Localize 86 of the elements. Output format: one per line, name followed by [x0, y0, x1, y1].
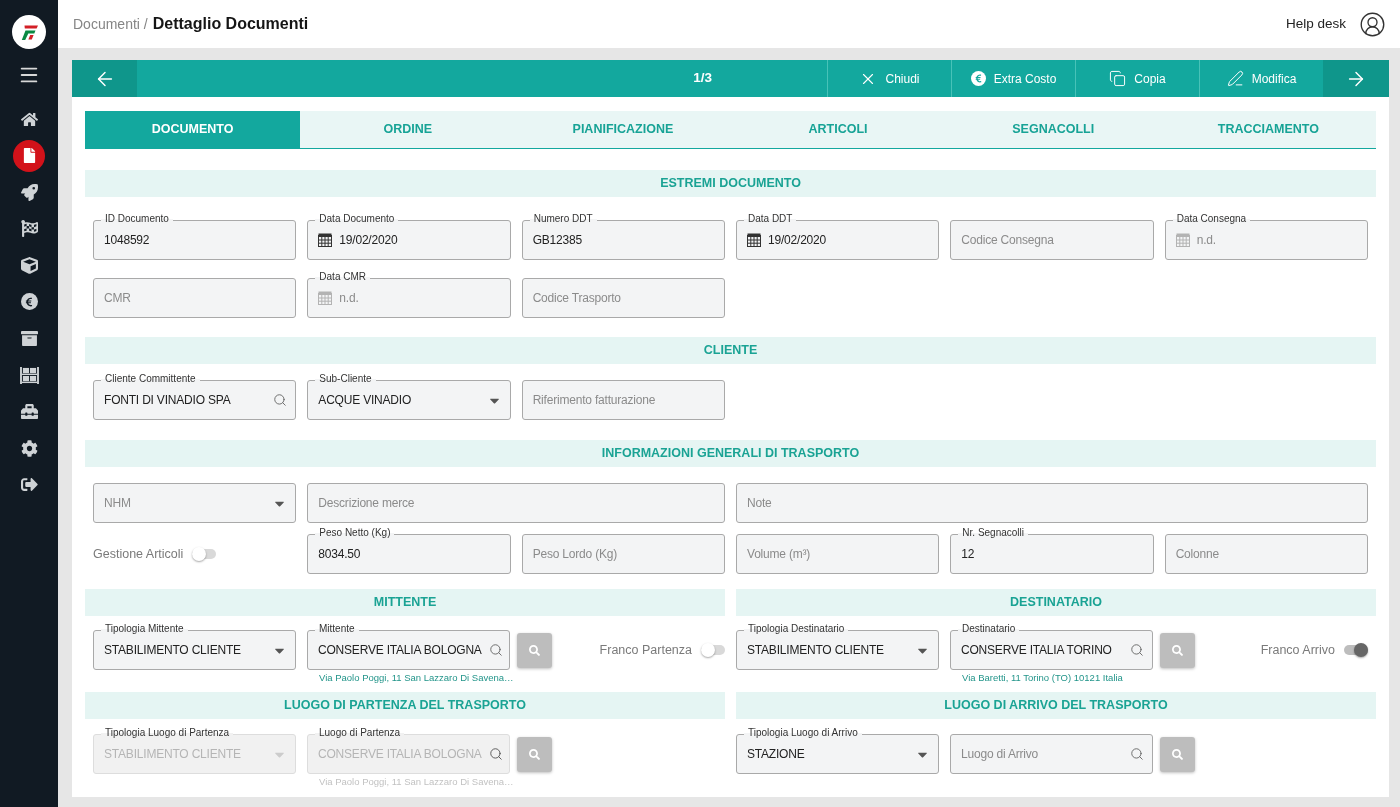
search-icon — [488, 643, 503, 657]
address-hint: Via Baretti, 11 Torino (TO) 10121 Italia — [962, 672, 1123, 683]
toolbar-action[interactable]: Copia — [1075, 60, 1199, 97]
search-field[interactable]: Luogo di Arrivo — [950, 734, 1153, 774]
address-hint: Via Paolo Poggi, 11 San Lazzaro Di Savena… — [319, 672, 514, 683]
text-field[interactable]: Colonne — [1164, 534, 1368, 574]
search-icon — [529, 644, 540, 656]
tab[interactable]: ORDINE — [300, 111, 516, 148]
toolbox-icon — [20, 403, 38, 421]
dropdown-field[interactable]: NHM — [93, 483, 297, 523]
text-field[interactable]: Codice Trasporto — [521, 278, 725, 318]
rocket-icon — [20, 183, 38, 201]
tab[interactable]: PIANIFICAZIONE — [515, 111, 731, 148]
field-label: Nr. Segnacolli — [958, 527, 1029, 539]
calendar-icon — [318, 233, 333, 247]
field-label: Tipologia Luogo di Partenza — [101, 727, 234, 739]
text-field[interactable]: CMR — [93, 278, 297, 318]
toggle-switch[interactable] — [1344, 643, 1368, 657]
section-header: CLIENTE — [85, 337, 1376, 364]
calendar-icon — [1175, 233, 1190, 247]
toggle-switch[interactable] — [192, 547, 217, 561]
section-header: INFORMAZIONI GENERALI DI TRASPORTO — [85, 440, 1376, 467]
text-field[interactable]: Codice Consegna — [950, 220, 1154, 260]
field-label: Data Consegna — [1172, 213, 1251, 225]
tab[interactable]: ARTICOLI — [730, 111, 946, 148]
section-header: ESTREMI DOCUMENTO — [85, 170, 1376, 197]
search-icon — [1130, 643, 1144, 657]
section-header: MITTENTE — [85, 589, 725, 616]
euro-coin-icon — [20, 293, 38, 311]
calendar-icon — [318, 291, 333, 305]
help-desk-link[interactable]: Help desk — [1285, 13, 1346, 35]
field-label: Tipologia Luogo di Arrivo — [744, 727, 862, 739]
field-label: Mittente — [315, 623, 359, 635]
field-label: Sub-Cliente — [315, 373, 376, 385]
page-counter: 1/3 — [693, 69, 712, 88]
toolbar-action[interactable]: Extra Costo — [951, 60, 1075, 97]
euro-icon — [970, 71, 986, 86]
tab[interactable]: SEGNACOLLI — [945, 111, 1161, 148]
archive-box-icon — [20, 330, 38, 348]
field-label: Cliente Committente — [101, 373, 200, 385]
checkered-flag-icon — [20, 220, 38, 238]
settings-icon — [20, 439, 38, 457]
search-icon — [488, 747, 503, 761]
pencil-icon — [1226, 70, 1244, 87]
search-icon — [529, 748, 540, 760]
field-label: Numero DDT — [529, 213, 597, 225]
calendar-icon — [747, 233, 761, 247]
section-header: LUOGO DI ARRIVO DEL TRASPORTO — [736, 692, 1376, 719]
text-field[interactable]: Volume (m³) — [736, 534, 940, 574]
text-field[interactable]: Riferimento fatturazione — [521, 380, 725, 420]
section-header: LUOGO DI PARTENZA DEL TRASPORTO — [85, 692, 725, 719]
home-icon — [20, 110, 38, 128]
page-title: Dettaglio Documenti — [152, 14, 309, 34]
shelving-icon — [19, 366, 39, 384]
text-field[interactable]: Peso Lordo (Kg) — [521, 534, 725, 574]
toggle-label: Franco Partenza — [599, 641, 692, 659]
toggle-label: Franco Arrivo — [1260, 641, 1335, 659]
search-icon — [1130, 747, 1144, 761]
field-label: Data DDT — [744, 213, 797, 225]
sidebar-item[interactable] — [13, 139, 45, 172]
field-label: Tipologia Mittente — [101, 623, 188, 635]
breadcrumb-link[interactable]: Documenti / — [73, 13, 148, 35]
toggle-switch[interactable] — [701, 643, 725, 657]
document-icon — [21, 148, 37, 164]
field-label: ID Documento — [101, 213, 173, 225]
field-label: Data CMR — [315, 271, 370, 283]
search-icon — [1172, 748, 1183, 760]
field-label: Tipologia Destinatario — [744, 623, 849, 635]
search-icon — [1172, 644, 1183, 656]
search-icon — [273, 393, 288, 407]
tab[interactable]: TRACCIAMENTO — [1160, 111, 1376, 148]
field-label: Peso Netto (Kg) — [315, 527, 395, 539]
brand-logo[interactable] — [12, 15, 46, 49]
logout-icon — [20, 476, 38, 494]
text-field[interactable]: Note — [736, 483, 1368, 523]
section-header: DESTINATARIO — [736, 589, 1376, 616]
user-icon[interactable] — [1359, 10, 1386, 38]
text-field[interactable]: Descrizione merce — [307, 483, 725, 523]
toolbar-action[interactable]: Chiudi — [827, 60, 951, 97]
tab[interactable]: DOCUMENTO — [85, 111, 301, 148]
field-label: Destinatario — [958, 623, 1020, 635]
field-label: Luogo di Partenza — [315, 727, 405, 739]
toggle-label: Gestione Articoli — [93, 545, 184, 563]
cube-icon — [20, 256, 38, 274]
copy-icon — [1109, 70, 1127, 87]
field-label: Data Documento — [315, 213, 399, 225]
